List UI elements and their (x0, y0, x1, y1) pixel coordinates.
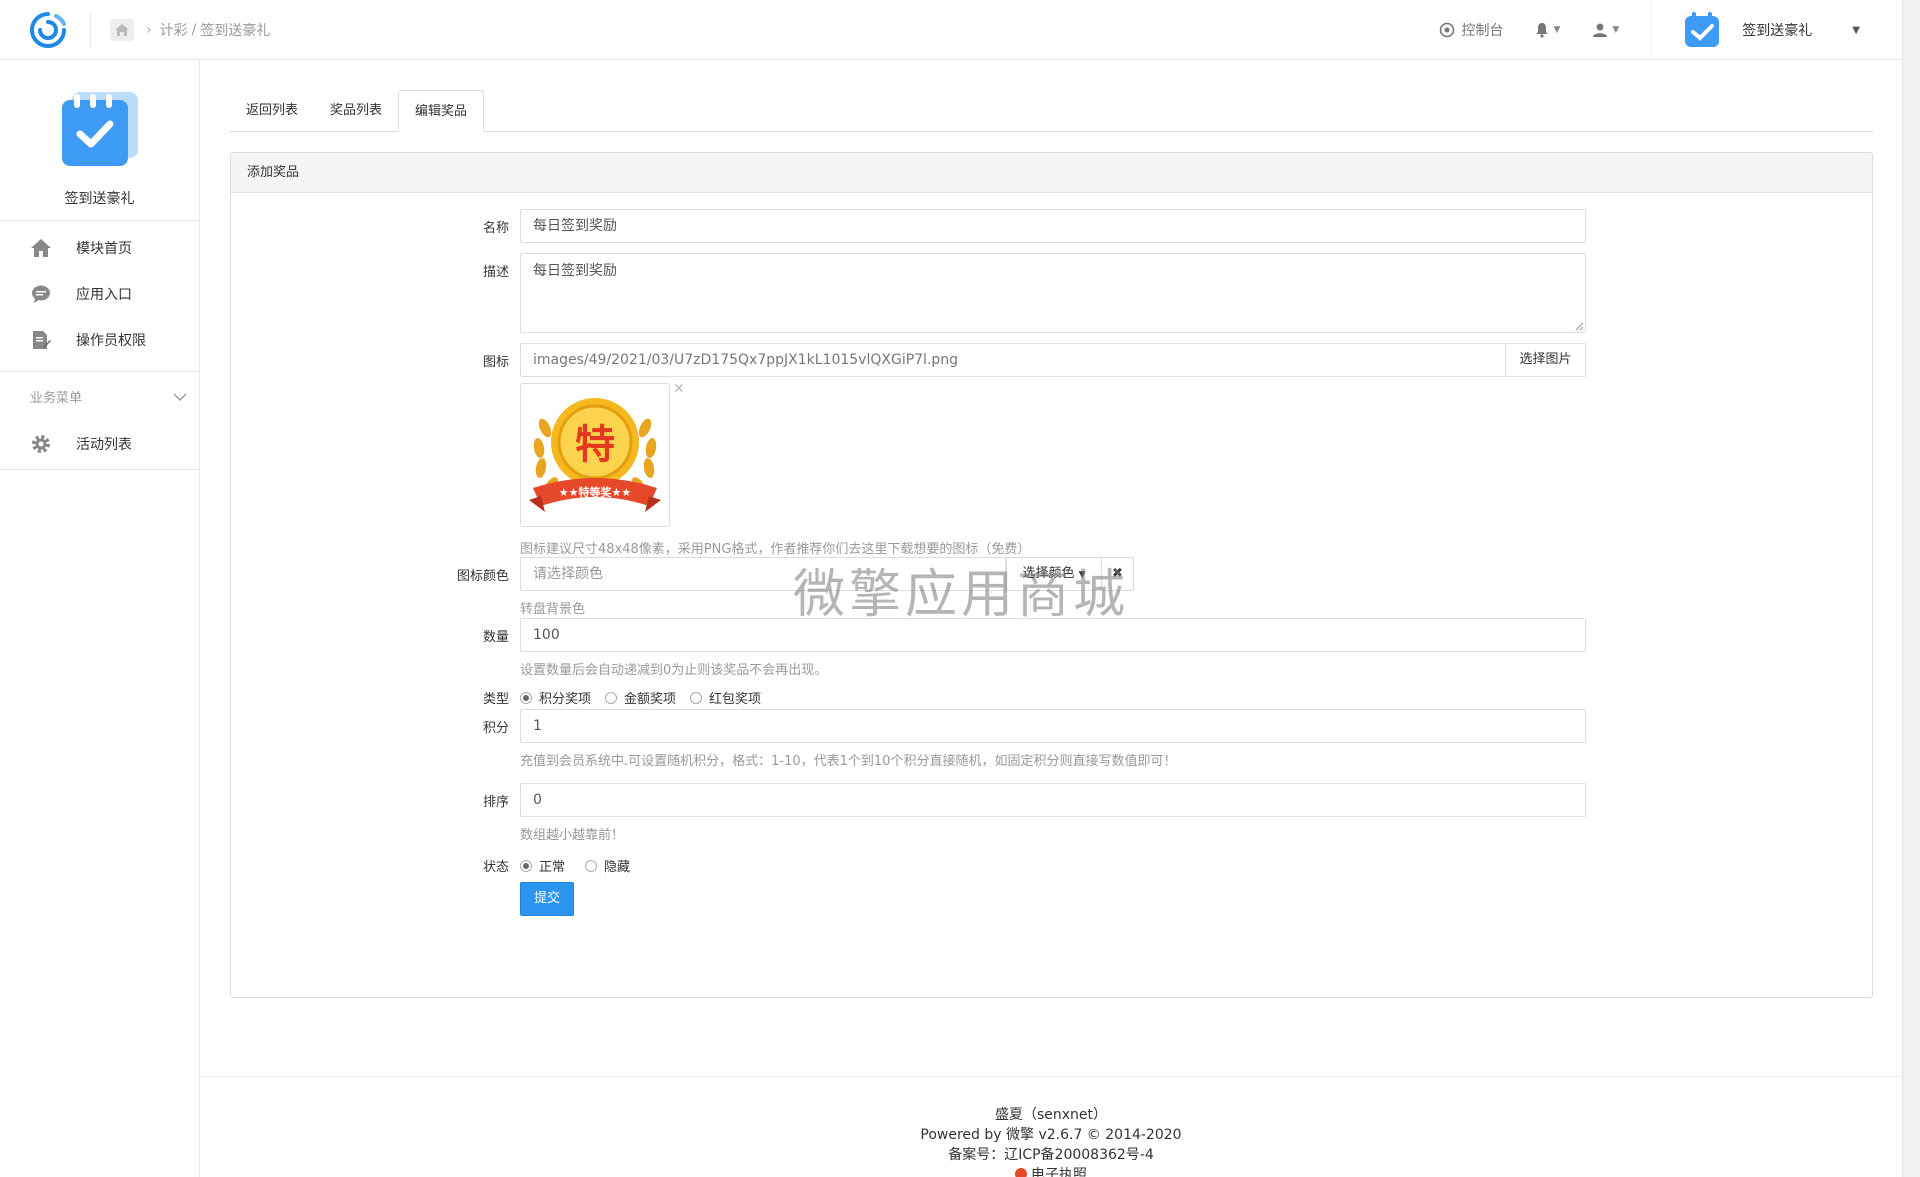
sort-input[interactable]: 0 (520, 783, 1586, 817)
color-help-text: 转盘背景色 (520, 602, 586, 617)
footer-license[interactable]: 电子执照 (200, 1165, 1902, 1177)
radio-icon (605, 691, 618, 704)
sidebar-app-name: 签到送豪礼 (64, 191, 135, 207)
console-label: 控制台 (1461, 23, 1504, 39)
medal-character: 特 (575, 422, 615, 468)
panel-title: 添加奖品 (231, 153, 1872, 193)
footer-powered-by[interactable]: Powered by 微擎 v2.6.7 © 2014-2020 (200, 1125, 1902, 1145)
status-radio-normal[interactable]: 正常 (520, 856, 565, 875)
sidebar-item-module-home[interactable]: 模块首页 (0, 225, 199, 271)
radio-icon (520, 859, 532, 872)
type-radio-points[interactable]: 积分奖项 (520, 688, 591, 707)
footer: 盛夏（senxnet） Powered by 微擎 v2.6.7 © 2014-… (200, 1076, 1902, 1177)
sort-label: 排序 (482, 795, 509, 810)
points-label: 积分 (482, 721, 509, 736)
status-radio-group: 正常 隐藏 (520, 856, 644, 875)
type-radio-group: 积分奖项 金额奖项 红包奖项 (520, 688, 775, 707)
app-logo-icon (61, 92, 138, 166)
sidebar-item-app-entry[interactable]: 应用入口 (0, 271, 199, 317)
breadcrumb-item[interactable]: 计彩 (160, 20, 188, 40)
app-switcher[interactable]: 签到送豪礼 ▼ (1651, 0, 1860, 60)
chevron-down-icon (173, 393, 187, 401)
medal-ribbon-text: ★★特等奖★★ (559, 485, 632, 499)
quantity-help-text: 设置数量后会自动递减到0为止则该奖品不会再出现。 (520, 663, 828, 678)
tab-edit-prize[interactable]: 编辑奖品 (398, 90, 485, 132)
sidebar-app-card: 签到送豪礼 (0, 60, 199, 221)
resize-handle-icon[interactable] (1574, 321, 1584, 331)
logo-icon[interactable] (26, 10, 70, 50)
radio-label: 隐藏 (604, 860, 631, 875)
tab-back-to-list[interactable]: 返回列表 (230, 90, 314, 132)
tab-prize-list[interactable]: 奖品列表 (314, 90, 398, 132)
watermark: 微擎应用商城 (793, 565, 1130, 625)
radio-label: 金额奖项 (624, 692, 677, 707)
notification-menu[interactable]: ▼ (1535, 22, 1560, 38)
radio-label: 正常 (539, 860, 566, 875)
header-divider (90, 12, 91, 48)
bell-icon (1536, 23, 1549, 38)
status-label: 状态 (482, 860, 509, 875)
calendar-check-icon (1685, 12, 1720, 47)
header-actions: 控制台 ▼ ▼ 签到送豪礼 ▼ (1439, 0, 1902, 60)
footer-icp[interactable]: 备案号：辽ICP备20008362号-4 (200, 1145, 1902, 1165)
sidebar-item-activity-list[interactable]: 活动列表 (0, 421, 199, 467)
top-navbar: › 计彩 / 签到送豪礼 控制台 ▼ ▼ 签到送豪礼 ▼ (0, 0, 1902, 60)
name-label: 名称 (482, 221, 509, 236)
console-link[interactable]: 控制台 (1439, 20, 1503, 40)
type-radio-amount[interactable]: 金额奖项 (605, 688, 676, 707)
comment-icon (30, 283, 52, 305)
sidebar-group-business-menu[interactable]: 业务菜单 (0, 371, 199, 421)
gear-icon (30, 433, 52, 455)
home-icon (30, 237, 52, 259)
sort-help-text: 数组越小越靠前！ (520, 828, 625, 843)
scrollbar[interactable] (1902, 0, 1920, 1177)
edit-doc-icon (30, 329, 52, 351)
footer-company: 盛夏（senxnet） (994, 1107, 1108, 1123)
points-input[interactable]: 1 (520, 709, 1586, 743)
points-help-text: 充值到会员系统中.可设置随机积分，格式：1-10，代表1个到10个积分直接随机，… (520, 754, 1177, 769)
remove-image-icon[interactable]: ✕ (673, 381, 685, 397)
caret-down-icon: ▼ (1553, 25, 1561, 35)
sidebar-item-label: 操作员权限 (76, 333, 146, 349)
sidebar-item-label: 活动列表 (76, 437, 132, 453)
sidebar-item-label: 应用入口 (76, 287, 132, 303)
user-menu[interactable]: ▼ (1592, 22, 1619, 38)
breadcrumb-item-current[interactable]: 签到送豪礼 (200, 20, 270, 40)
sidebar-item-operator-permissions[interactable]: 操作员权限 (0, 317, 199, 363)
radio-icon (520, 691, 532, 704)
radio-icon (690, 691, 703, 704)
name-input[interactable]: 每日签到奖励 (520, 209, 1586, 243)
submit-button[interactable]: 提交 (520, 882, 574, 916)
caret-down-icon: ▼ (1612, 25, 1620, 35)
description-label: 描述 (482, 265, 509, 280)
select-image-button[interactable]: 选择图片 (1505, 343, 1586, 377)
radio-icon (585, 859, 598, 872)
radio-label: 红包奖项 (709, 692, 762, 707)
dashboard-icon (1440, 22, 1455, 38)
quantity-label: 数量 (482, 630, 509, 645)
sidebar: 签到送豪礼 模块首页 应用入口 操作员权限 业务菜单 活动列表 (0, 60, 200, 1177)
chevron-right-icon: › (146, 22, 152, 38)
type-label: 类型 (482, 692, 509, 707)
footer-license-label: 电子执照 (1031, 1167, 1087, 1177)
license-badge-icon (1015, 1168, 1027, 1177)
breadcrumb: › 计彩 / 签到送豪礼 (110, 19, 270, 41)
radio-label: 积分奖项 (539, 692, 592, 707)
tab-bar: 返回列表 奖品列表 编辑奖品 (230, 90, 1873, 132)
prize-medal-image: 特 ★★特等奖★★ (529, 398, 661, 512)
icon-path-input[interactable]: images/49/2021/03/U7zD175Qx7ppJX1kL1015v… (520, 343, 1506, 377)
status-radio-hidden[interactable]: 隐藏 (585, 856, 630, 875)
sidebar-group-label: 业务菜单 (30, 391, 83, 406)
app-name: 签到送豪礼 (1742, 23, 1813, 39)
breadcrumb-separator: / (191, 22, 197, 38)
icon-preview: 特 ★★特等奖★★ (520, 383, 670, 527)
icon-color-label: 图标颜色 (456, 569, 509, 584)
sidebar-item-label: 模块首页 (76, 241, 132, 257)
description-textarea[interactable]: 每日签到奖励 (520, 253, 1586, 333)
user-icon (1593, 23, 1608, 37)
type-radio-red-packet[interactable]: 红包奖项 (690, 688, 761, 707)
caret-down-icon: ▼ (1852, 24, 1860, 36)
icon-label: 图标 (482, 355, 509, 370)
home-icon[interactable] (110, 19, 134, 41)
